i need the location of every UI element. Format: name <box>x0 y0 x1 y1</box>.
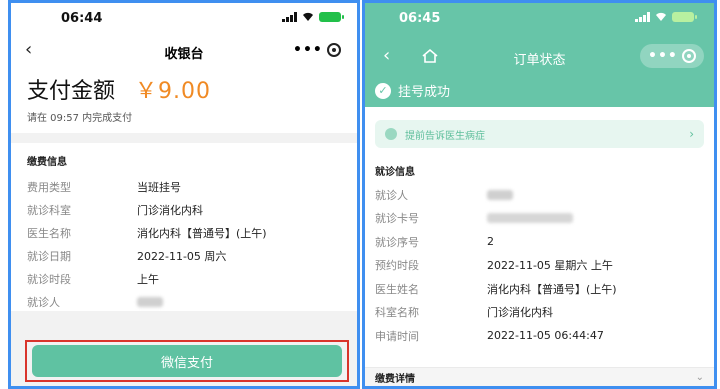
info-row: 就诊序号 2 <box>375 230 704 254</box>
info-value: 2 <box>487 235 494 249</box>
info-label: 就诊科室 <box>27 203 71 217</box>
info-row: 就诊日期 2022-11-05 周六 <box>27 244 341 267</box>
info-row: 就诊科室 门诊消化内科 <box>27 198 341 221</box>
info-row: 预约时段 2022-11-05 星期六 上午 <box>375 254 704 278</box>
notice-text: 提前告诉医生病症 <box>405 130 485 142</box>
more-icon[interactable]: ••• <box>648 48 678 64</box>
info-label: 就诊序号 <box>375 235 419 249</box>
info-row: 科室名称 门诊消化内科 <box>375 301 704 325</box>
tip-icon <box>385 128 397 140</box>
info-label: 预约时段 <box>375 259 419 273</box>
system-icons <box>635 12 697 22</box>
info-row: 就诊人 <box>27 290 341 313</box>
info-value: 消化内科【普通号】(上午) <box>137 226 267 240</box>
blurred-patient-name <box>487 189 513 200</box>
payment-info-card: 缴费信息 费用类型 当班挂号 就诊科室 门诊消化内科 医生名称 消化内科【普通号… <box>11 143 357 311</box>
info-value: 2022-11-05 周六 <box>137 249 227 263</box>
wechat-pay-button[interactable]: 微信支付 <box>32 345 342 377</box>
signal-icon <box>635 12 650 22</box>
status-bar: 06:44 <box>11 3 357 33</box>
nav-bar: ‹ 订单状态 ••• <box>365 39 714 73</box>
info-value: 2022-11-05 06:44:47 <box>487 329 604 343</box>
close-target-icon[interactable] <box>327 43 341 57</box>
info-value: 上午 <box>137 272 159 286</box>
order-status: ✓ 挂号成功 <box>375 81 450 100</box>
battery-icon <box>319 12 344 22</box>
info-row: 就诊卡号 <box>375 207 704 231</box>
status-time: 06:44 <box>61 11 103 26</box>
left-screenshot-frame: 06:44 ‹ 收银台 ••• 支付金额 ￥9.00 请在 09:57 内完成支 <box>8 0 360 389</box>
order-status-screen: 06:45 ‹ 订单状态 ••• ✓ 挂号成功 提前告诉医生病症 › 就诊信息 … <box>365 3 714 386</box>
more-icon[interactable]: ••• <box>293 42 323 58</box>
header-banner: 06:45 ‹ 订单状态 ••• ✓ 挂号成功 <box>365 3 714 107</box>
amount-value: ￥9.00 <box>135 79 212 104</box>
card-title: 缴费信息 <box>27 157 67 168</box>
wifi-icon <box>655 12 667 22</box>
info-label: 医生姓名 <box>375 282 419 296</box>
info-row: 医生名称 消化内科【普通号】(上午) <box>27 221 341 244</box>
info-label: 就诊人 <box>27 295 60 309</box>
info-value: 门诊消化内科 <box>487 306 553 320</box>
right-screenshot-frame: 06:45 ‹ 订单状态 ••• ✓ 挂号成功 提前告诉医生病症 › 就诊信息 … <box>362 0 717 389</box>
info-value: 消化内科【普通号】(上午) <box>487 282 617 296</box>
payment-deadline: 请在 09:57 内完成支付 <box>27 113 133 124</box>
miniprogram-capsule[interactable]: ••• <box>285 38 349 62</box>
info-row: 申请时间 2022-11-05 06:44:47 <box>375 324 704 348</box>
close-target-icon[interactable] <box>682 49 696 63</box>
fee-details-title: 缴费详情 <box>375 374 415 385</box>
amount-block: 支付金额 ￥9.00 请在 09:57 内完成支付 <box>11 67 357 133</box>
cashier-screen: 06:44 ‹ 收银台 ••• 支付金额 ￥9.00 请在 09:57 内完成支 <box>11 3 357 386</box>
info-value: 当班挂号 <box>137 180 181 194</box>
check-circle-icon: ✓ <box>375 82 391 99</box>
info-label: 申请时间 <box>375 329 419 343</box>
info-row: 就诊人 <box>375 183 704 207</box>
info-label: 就诊日期 <box>27 249 71 263</box>
system-icons <box>282 12 344 22</box>
status-time: 06:45 <box>399 11 441 26</box>
signal-icon <box>282 12 297 22</box>
info-value: 2022-11-05 星期六 上午 <box>487 259 613 273</box>
blurred-card-number <box>487 213 573 224</box>
info-label: 科室名称 <box>375 306 419 320</box>
visit-info-section: 就诊信息 就诊人 就诊卡号 就诊序号 2 预约时段 2022-11-05 星期六… <box>375 163 704 348</box>
miniprogram-capsule[interactable]: ••• <box>640 44 704 68</box>
info-row: 费用类型 当班挂号 <box>27 175 341 198</box>
nav-bar: ‹ 收银台 ••• <box>11 33 357 67</box>
info-label: 就诊人 <box>375 188 408 202</box>
info-label: 医生名称 <box>27 226 71 240</box>
info-label: 费用类型 <box>27 180 71 194</box>
info-row: 医生姓名 消化内科【普通号】(上午) <box>375 277 704 301</box>
card-title: 就诊信息 <box>375 167 415 178</box>
status-text: 挂号成功 <box>398 85 451 100</box>
amount-label: 支付金额 <box>27 79 116 104</box>
fee-details-row[interactable]: 缴费详情 ⌄ <box>365 367 714 386</box>
chevron-down-icon: ⌄ <box>695 372 704 383</box>
battery-icon <box>672 12 697 22</box>
blurred-patient-name <box>137 296 163 307</box>
wifi-icon <box>302 12 314 22</box>
info-value: 门诊消化内科 <box>137 203 203 217</box>
highlight-box: 微信支付 <box>25 340 349 382</box>
info-label: 就诊卡号 <box>375 212 419 226</box>
info-label: 就诊时段 <box>27 272 71 286</box>
chevron-right-icon: › <box>689 127 694 141</box>
info-row: 就诊时段 上午 <box>27 267 341 290</box>
symptom-notice-bar[interactable]: 提前告诉医生病症 › <box>375 120 704 148</box>
